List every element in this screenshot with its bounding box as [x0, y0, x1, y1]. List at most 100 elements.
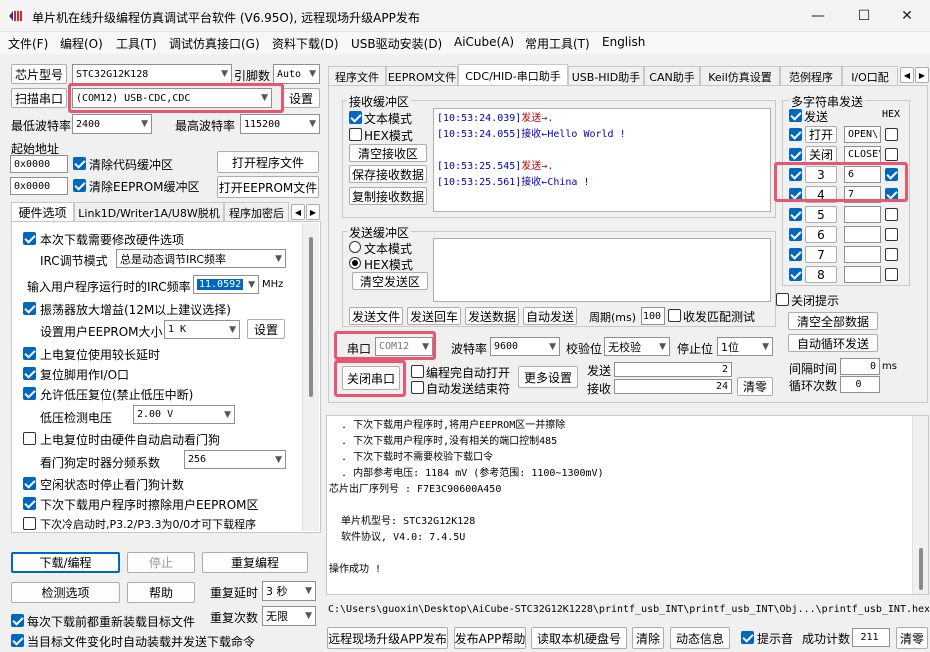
multi-row-send-button[interactable]: 打开	[805, 126, 837, 143]
multi-row-value-input[interactable]	[844, 246, 881, 263]
serial-port-select[interactable]: COM12 ▼	[375, 337, 433, 356]
multi-row-send-button[interactable]: 7	[805, 246, 837, 263]
wdt-div-select[interactable]: 256 ▼	[184, 450, 286, 469]
tab-hardware-options[interactable]: 硬件选项	[11, 202, 74, 222]
multi-row-send-button[interactable]: 4	[805, 186, 837, 203]
multi-row-send-checkbox[interactable]	[789, 228, 802, 241]
multi-row-hex-checkbox[interactable]	[885, 248, 898, 261]
clear-code-checkbox[interactable]	[73, 157, 86, 170]
menu-common-tools[interactable]: 常用工具(T)	[525, 35, 590, 52]
match-test-checkbox[interactable]	[668, 309, 681, 322]
scan-port-button[interactable]: 扫描串口	[11, 88, 67, 108]
multi-row-send-checkbox[interactable]	[789, 148, 802, 161]
multi-row-send-checkbox[interactable]	[789, 188, 802, 201]
tab-io-config[interactable]: I/O口配	[842, 66, 898, 86]
copy-receive-button[interactable]: 复制接收数据	[349, 187, 427, 205]
multi-row-send-checkbox[interactable]	[789, 268, 802, 281]
multi-row-value-input[interactable]: 7	[844, 186, 881, 203]
eeprom-size-set-button[interactable]: 设置	[247, 319, 285, 339]
clear-eeprom-checkbox[interactable]	[73, 179, 86, 192]
port-settings-button[interactable]: 设置	[282, 88, 320, 108]
reset-io-checkbox[interactable]	[23, 367, 36, 380]
multi-row-send-button[interactable]: 关闭	[805, 146, 837, 163]
close-port-button[interactable]: 关闭串口	[342, 366, 400, 390]
receive-log[interactable]: [10:53:24.039]发送→. [10:53:24.055]接收←Hello…	[433, 108, 771, 212]
output-scrollbar[interactable]	[912, 416, 928, 594]
auto-send-button[interactable]: 自动发送	[523, 307, 577, 325]
multi-row-send-checkbox[interactable]	[789, 248, 802, 261]
idle-wdt-checkbox[interactable]	[23, 477, 36, 490]
repeat-delay-select[interactable]: 3 秒 ▼	[262, 581, 316, 601]
tab-scroll-right-icon[interactable]: ▶	[306, 204, 320, 220]
menu-english[interactable]: English	[602, 35, 645, 49]
clear-receive-button[interactable]: 清空接收区	[349, 144, 427, 162]
menu-download[interactable]: 资料下载(D)	[272, 35, 339, 52]
interval-input[interactable]: 0	[840, 358, 880, 375]
send-text-mode-radio[interactable]	[349, 241, 361, 253]
multi-row-send-button[interactable]: 3	[805, 166, 837, 183]
send-hex-mode-radio[interactable]	[349, 257, 361, 269]
recv-hex-mode-checkbox[interactable]	[349, 128, 362, 141]
send-cr-button[interactable]: 发送回车	[407, 307, 461, 325]
tab-eeprom-file[interactable]: EEPROM文件	[386, 66, 458, 86]
osc-gain-checkbox[interactable]	[23, 302, 36, 315]
read-disk-id-button[interactable]: 读取本机硬盘号	[531, 627, 627, 649]
recv-text-mode-checkbox[interactable]	[349, 111, 362, 124]
multi-row-hex-checkbox[interactable]	[885, 168, 898, 181]
multi-row-hex-checkbox[interactable]	[885, 208, 898, 221]
multi-row-value-input[interactable]	[844, 206, 881, 223]
period-input[interactable]: 100	[641, 307, 665, 325]
tab-encrypt[interactable]: 程序加密后	[224, 202, 289, 222]
chip-select[interactable]: STC32G12K128 ▼	[72, 64, 232, 84]
close-tip-checkbox[interactable]	[776, 293, 789, 306]
tab-keil-sim[interactable]: Keil仿真设置	[700, 66, 780, 86]
wdt-auto-checkbox[interactable]	[23, 432, 36, 445]
repeat-count-select[interactable]: 无限 ▼	[262, 606, 316, 626]
baud-select[interactable]: 9600 ▼	[490, 337, 560, 356]
multi-row-hex-checkbox[interactable]	[885, 268, 898, 281]
menu-debug[interactable]: 调试仿真接口(G)	[169, 35, 260, 52]
help-button[interactable]: 帮助	[127, 582, 195, 603]
multi-row-send-button[interactable]: 6	[805, 226, 837, 243]
publish-app-button[interactable]: 远程现场升级APP发布	[327, 627, 448, 649]
eeprom-address-input[interactable]: 0x0000	[10, 177, 68, 195]
menu-usb-driver[interactable]: USB驱动安装(D)	[351, 35, 442, 52]
tab-scroll-left-icon[interactable]: ◀	[900, 67, 914, 83]
send-data-button[interactable]: 发送数据	[465, 307, 519, 325]
multi-row-hex-checkbox[interactable]	[885, 148, 898, 161]
menu-tools[interactable]: 工具(T)	[116, 35, 157, 52]
reload-each-checkbox[interactable]	[11, 614, 24, 627]
auto-send-end-checkbox[interactable]	[411, 381, 424, 394]
lvd-select[interactable]: 2.00 V ▼	[133, 405, 235, 424]
modify-hw-checkbox[interactable]	[23, 232, 36, 245]
auto-reload-checkbox[interactable]	[11, 634, 24, 647]
tab-examples[interactable]: 范例程序	[780, 66, 842, 86]
max-baud-select[interactable]: 115200 ▼	[240, 114, 320, 134]
publish-help-button[interactable]: 发布APP帮助	[454, 627, 526, 649]
erase-eeprom-checkbox[interactable]	[23, 497, 36, 510]
multi-row-send-checkbox[interactable]	[789, 168, 802, 181]
multi-row-send-checkbox[interactable]	[789, 208, 802, 221]
open-program-file-button[interactable]: 打开程序文件	[217, 151, 319, 173]
scrollbar-thumb[interactable]	[919, 548, 923, 590]
multi-row-value-input[interactable]: OPEN\r	[844, 126, 881, 143]
multi-send-all-checkbox[interactable]	[789, 109, 802, 122]
menu-file[interactable]: 文件(F)	[8, 35, 48, 52]
download-program-button[interactable]: 下载/编程	[11, 552, 120, 573]
irc-freq-select[interactable]: 11.0592 ▼	[193, 275, 259, 294]
min-baud-select[interactable]: 2400 ▼	[72, 114, 152, 134]
p32-p33-checkbox[interactable]	[23, 517, 36, 530]
beep-checkbox[interactable]	[741, 631, 754, 644]
multi-row-send-checkbox[interactable]	[789, 128, 802, 141]
menu-program[interactable]: 编程(O)	[60, 35, 103, 52]
send-file-button[interactable]: 发送文件	[349, 307, 403, 325]
auto-open-checkbox[interactable]	[411, 365, 424, 378]
menu-aicube[interactable]: AiCube(A)	[454, 35, 514, 49]
hardware-scrollbar[interactable]	[302, 223, 319, 531]
dynamic-info-button[interactable]: 动态信息	[670, 627, 730, 649]
long-delay-checkbox[interactable]	[23, 347, 36, 360]
lvr-checkbox[interactable]	[23, 387, 36, 400]
tab-offline[interactable]: Link1D/Writer1A/U8W脱机	[74, 202, 224, 222]
eeprom-size-select[interactable]: 1 K ▼	[164, 320, 240, 339]
send-text-area[interactable]	[433, 238, 771, 302]
